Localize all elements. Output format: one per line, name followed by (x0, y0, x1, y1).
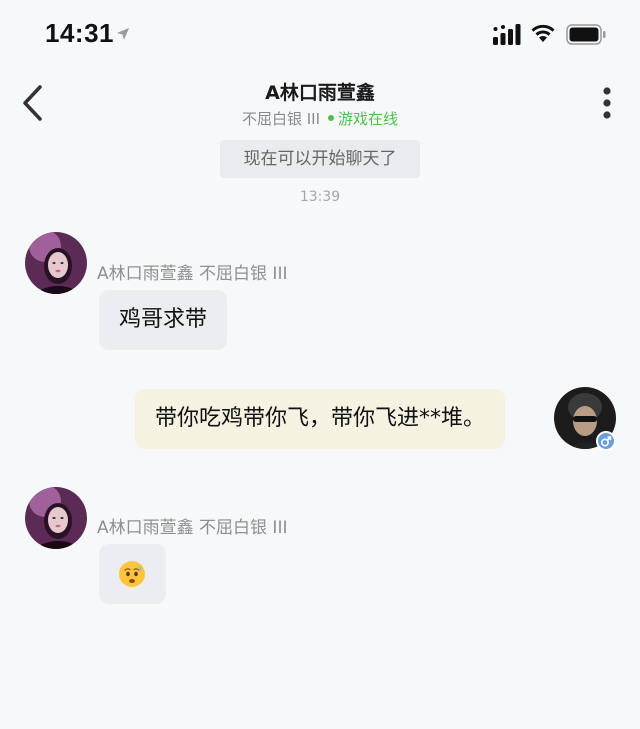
battery-icon (566, 24, 606, 45)
wifi-icon (531, 24, 555, 42)
sender-name: A林口雨萱鑫 不屈白银 III (97, 518, 288, 538)
worried-face-emoji (119, 561, 145, 587)
status-bar: 14:31 (0, 0, 640, 70)
chat-screen: 14:31 A林口雨萱鑫 不屈白银 III 游戏在线 现在可以开始聊天了 13:… (0, 0, 640, 729)
message-timestamp: 13:39 (299, 189, 341, 205)
contact-name: A林口雨萱鑫 (265, 82, 375, 104)
contact-avatar[interactable] (25, 487, 87, 549)
status-time: 14:31 (45, 18, 114, 48)
emoji-message-bubble[interactable] (99, 544, 166, 604)
sender-name: A林口雨萱鑫 不屈白银 III (97, 264, 288, 284)
chat-header: A林口雨萱鑫 不屈白银 III 游戏在线 (0, 70, 640, 140)
contact-avatar[interactable] (25, 232, 87, 294)
online-dot-icon (328, 115, 335, 121)
system-notice: 现在可以开始聊天了 (220, 140, 420, 178)
cellular-signal-icon (493, 24, 521, 45)
contact-status-line: 不屈白银 III 游戏在线 (0, 108, 640, 129)
location-arrow-icon (117, 28, 129, 40)
contact-rank: 不屈白银 III (241, 110, 321, 128)
online-status: 游戏在线 (338, 110, 399, 128)
male-gender-icon (596, 431, 616, 451)
message-bubble[interactable]: 鸡哥求带 (99, 290, 228, 350)
message-bubble[interactable]: 带你吃鸡带你飞，带你飞进**堆。 (135, 389, 506, 449)
more-options-icon[interactable] (599, 86, 615, 120)
